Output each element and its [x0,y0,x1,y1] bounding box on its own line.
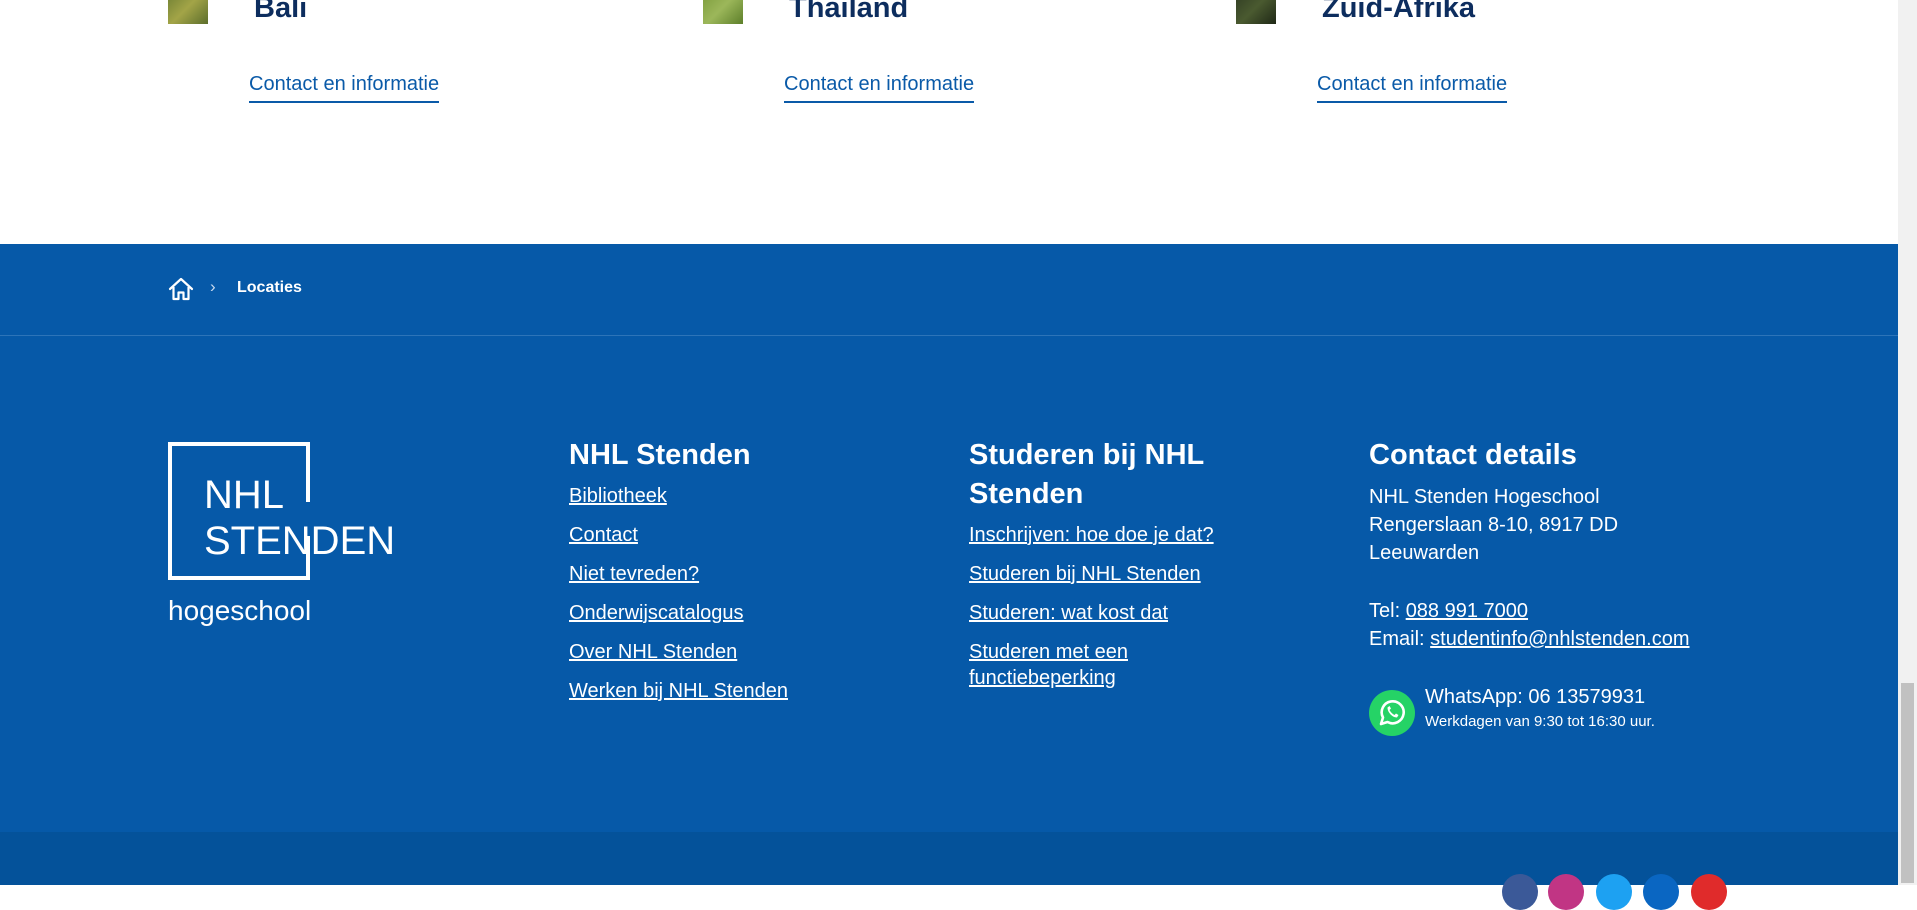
breadcrumb-current: Locaties [237,279,302,296]
footer-link-inschrijven[interactable]: Inschrijven: hoe doe je dat? [969,524,1214,546]
email-label: Email: [1369,628,1425,650]
whatsapp-icon[interactable] [1369,690,1415,736]
footer-link-werken-bij[interactable]: Werken bij NHL Stenden [569,680,788,702]
footer-link-functiebeperking[interactable]: Studeren met een functiebeperking [969,641,1128,689]
phone-link[interactable]: 088 991 7000 [1406,600,1528,622]
breadcrumb-separator: › [210,277,216,296]
footer-link-over-nhl-stenden[interactable]: Over NHL Stenden [569,641,737,663]
nhl-stenden-logo[interactable]: NHL STENDEN hogeschool [168,442,408,632]
footer-col-contact: Contact details NHL Stenden Hogeschool R… [1369,436,1849,653]
address-line: Rengerslaan 8-10, 8917 DD [1369,514,1619,536]
footer-link-onderwijscatalogus[interactable]: Onderwijscatalogus [569,602,744,624]
whatsapp-hours: Werkdagen van 9:30 tot 16:30 uur. [1425,713,1655,730]
footer-link-studeren-bij[interactable]: Studeren bij NHL Stenden [969,563,1201,585]
breadcrumb: › Locaties [0,244,1898,336]
youtube-icon[interactable] [1691,874,1727,910]
scrollbar-thumb[interactable] [1901,683,1914,883]
footer-col-studeren: Studeren bij NHL Stenden Inschrijven: ho… [969,436,1269,689]
linkedin-icon[interactable] [1643,874,1679,910]
logo-line2: STENDEN [204,519,395,563]
contact-info-link[interactable]: Contact en informatie [249,73,440,103]
location-thumbnail[interactable] [703,0,743,24]
phone-label: Tel: [1369,600,1401,622]
footer-col-nhl-stenden: NHL Stenden Bibliotheek Contact Niet tev… [569,436,909,717]
location-name[interactable]: Bali [254,0,307,25]
logo-line1: NHL [204,473,284,517]
location-name[interactable]: Zuid-Afrika [1322,0,1475,25]
instagram-icon[interactable] [1548,874,1584,910]
home-icon[interactable] [168,276,194,302]
location-name[interactable]: Thailand [789,0,908,25]
email-link[interactable]: studentinfo@nhlstenden.com [1430,628,1689,650]
footer-link-bibliotheek[interactable]: Bibliotheek [569,485,667,507]
logo-line3: hogeschool [168,595,311,626]
twitter-icon[interactable] [1596,874,1632,910]
footer-link-contact[interactable]: Contact [569,524,638,546]
footer-link-niet-tevreden[interactable]: Niet tevreden? [569,563,699,585]
whatsapp-title: WhatsApp: 06 13579931 [1425,686,1646,708]
whatsapp-contact[interactable]: WhatsApp: 06 13579931 Werkdagen van 9:30… [1369,686,1889,746]
contact-info-link[interactable]: Contact en informatie [784,73,975,103]
contact-address: NHL Stenden Hogeschool Rengerslaan 8-10,… [1369,483,1849,567]
footer-col-title: Studeren bij NHL Stenden [969,439,1204,510]
footer-col-title: Contact details [1369,439,1577,471]
locations-section: Bali Contact en informatie Thailand Cont… [0,0,1898,244]
address-line: NHL Stenden Hogeschool [1369,486,1600,508]
address-line: Leeuwarden [1369,542,1480,564]
location-thumbnail[interactable] [168,0,208,24]
footer-col-title: NHL Stenden [569,439,751,471]
location-thumbnail[interactable] [1236,0,1276,24]
contact-email: Email: studentinfo@nhlstenden.com [1369,625,1849,653]
facebook-icon[interactable] [1502,874,1538,910]
contact-phone: Tel: 088 991 7000 [1369,597,1849,625]
contact-info-link[interactable]: Contact en informatie [1317,73,1508,103]
footer-link-wat-kost-dat[interactable]: Studeren: wat kost dat [969,602,1168,624]
site-footer: NHL STENDEN hogeschool NHL Stenden Bibli… [0,336,1898,832]
